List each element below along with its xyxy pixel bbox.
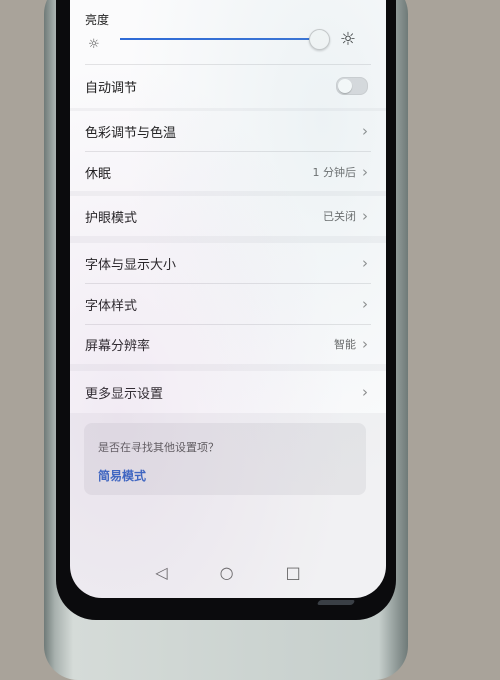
- chevron-right-icon: ›: [362, 206, 368, 225]
- color-sleep-card: 色彩调节与色温 › 休眠 1 分钟后 ›: [70, 111, 386, 191]
- navigation-bar: ◁ ○ □: [70, 552, 386, 592]
- phone-speaker: [316, 600, 356, 605]
- sleep-value: 1 分钟后: [312, 166, 357, 179]
- chevron-right-icon: ›: [362, 382, 368, 401]
- font-style-row[interactable]: 字体样式 ›: [70, 284, 386, 324]
- back-icon[interactable]: ◁: [155, 563, 167, 582]
- divider: [85, 64, 371, 65]
- more-display-card: 更多显示设置 ›: [70, 371, 386, 413]
- color-temperature-label: 色彩调节与色温: [85, 125, 177, 141]
- screen-resolution-value: 智能: [334, 338, 356, 351]
- simple-mode-link[interactable]: 简易模式: [98, 467, 146, 484]
- more-display-settings-row[interactable]: 更多显示设置 ›: [70, 372, 386, 412]
- eye-comfort-card: 护眼模式 已关闭 ›: [70, 196, 386, 236]
- auto-adjust-label: 自动调节: [85, 80, 138, 96]
- sleep-row[interactable]: 休眠 1 分钟后 ›: [70, 152, 386, 192]
- font-style-label: 字体样式: [85, 298, 138, 314]
- eye-comfort-value: 已关闭: [323, 210, 356, 223]
- screen-resolution-label: 屏幕分辨率: [85, 338, 151, 354]
- auto-adjust-toggle[interactable]: [336, 77, 368, 95]
- screen-resolution-row[interactable]: 屏幕分辨率 智能 ›: [70, 324, 386, 364]
- toggle-knob: [338, 79, 352, 93]
- chevron-right-icon: ›: [362, 294, 368, 313]
- sleep-label: 休眠: [85, 166, 112, 182]
- eye-comfort-label: 护眼模式: [85, 210, 138, 226]
- brightness-slider-thumb[interactable]: [309, 29, 330, 50]
- chevron-right-icon: ›: [362, 253, 368, 272]
- brightness-card: 亮度 ☼ ☼ 自动调节: [70, 0, 386, 108]
- suggestion-card: 是否在寻找其他设置项？ 简易模式: [84, 423, 366, 495]
- auto-adjust-row[interactable]: 自动调节: [70, 66, 386, 106]
- home-icon[interactable]: ○: [220, 563, 234, 582]
- brightness-slider[interactable]: [120, 38, 316, 40]
- eye-comfort-row[interactable]: 护眼模式 已关闭 ›: [70, 196, 386, 236]
- brightness-low-icon: ☼: [88, 37, 100, 52]
- color-temperature-row[interactable]: 色彩调节与色温 ›: [70, 111, 386, 151]
- chevron-right-icon: ›: [362, 162, 368, 181]
- recents-icon[interactable]: □: [286, 563, 301, 582]
- suggestion-question: 是否在寻找其他设置项？: [98, 441, 219, 454]
- font-display-size-row[interactable]: 字体与显示大小 ›: [70, 243, 386, 283]
- chevron-right-icon: ›: [362, 334, 368, 353]
- display-settings-screen: 亮度 ☼ ☼ 自动调节 色彩调节与色温 › 休眠 1 分钟后 › 护眼模式 已关…: [70, 0, 386, 598]
- brightness-high-icon: ☼: [339, 29, 356, 50]
- font-resolution-card: 字体与显示大小 › 字体样式 › 屏幕分辨率 智能 ›: [70, 243, 386, 364]
- more-display-settings-label: 更多显示设置: [85, 386, 164, 402]
- chevron-right-icon: ›: [362, 121, 368, 140]
- brightness-label: 亮度: [85, 13, 110, 27]
- font-display-size-label: 字体与显示大小: [85, 257, 177, 273]
